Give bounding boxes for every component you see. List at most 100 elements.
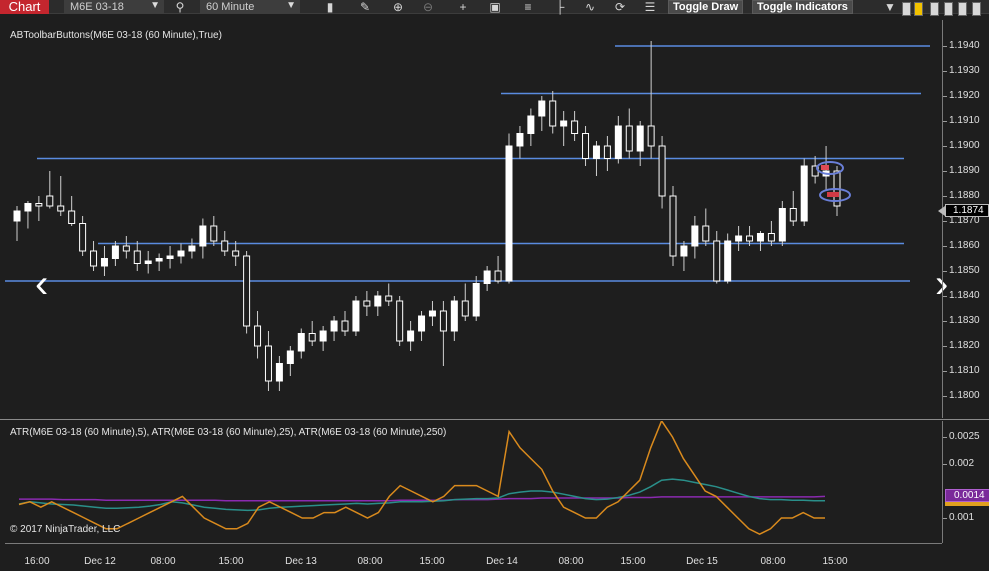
zoom-out-icon[interactable]: ⊖ <box>418 0 438 14</box>
candle <box>756 231 764 251</box>
price-tick <box>943 171 947 172</box>
price-tick <box>943 121 947 122</box>
price-panel-title: ABToolbarButtons(M6E 03-18 (60 Minute),T… <box>10 30 222 41</box>
candle <box>133 241 141 271</box>
candle <box>778 201 786 246</box>
toggle-indicators-button[interactable]: Toggle Indicators <box>752 0 853 14</box>
chevron-down-icon[interactable]: ▼ <box>880 0 900 14</box>
toggle-draw-button[interactable]: Toggle Draw <box>668 0 744 14</box>
atr5-badge <box>945 502 989 507</box>
time-axis-label: 15:00 <box>218 556 244 567</box>
candle <box>450 296 458 341</box>
candle <box>100 246 108 276</box>
candle <box>144 251 152 274</box>
candle <box>35 196 43 221</box>
candle <box>90 241 98 271</box>
candle <box>571 111 579 141</box>
indicators-icon[interactable]: ∿ <box>580 0 600 14</box>
price-tick <box>943 196 947 197</box>
time-axis-label: 08:00 <box>357 556 383 567</box>
candle <box>341 311 349 336</box>
candle <box>111 241 119 266</box>
candle <box>232 241 240 266</box>
candle <box>702 208 710 246</box>
price-axis-label: 1.1850 <box>949 265 980 276</box>
candle <box>505 133 513 284</box>
candle <box>264 331 272 391</box>
scroll-left-icon[interactable]: ‹ <box>35 264 48 304</box>
candle <box>680 241 688 271</box>
price-tick <box>943 371 947 372</box>
price-axis-label: 1.1890 <box>949 165 980 176</box>
price-tick <box>943 221 947 222</box>
candle <box>254 311 262 359</box>
price-tick <box>943 346 947 347</box>
time-axis-label: 15:00 <box>822 556 848 567</box>
candle <box>724 233 732 284</box>
chevron-down-icon: ▼ <box>150 0 160 11</box>
properties-icon[interactable]: ≡ <box>518 0 538 14</box>
time-axis[interactable]: 16:00 Dec 12 08:00 15:00 Dec 13 08:00 15:00 Dec… <box>5 543 942 571</box>
time-axis-label: 08:00 <box>150 556 176 567</box>
atr-panel[interactable]: ATR(M6E 03-18 (60 Minute),5), ATR(M6E 03… <box>5 419 942 543</box>
snapshot-icon[interactable]: ▣ <box>485 0 505 14</box>
candle <box>407 321 415 351</box>
pencil-icon[interactable]: ✎ <box>355 0 375 14</box>
price-tick <box>943 396 947 397</box>
time-axis-label: 15:00 <box>620 556 646 567</box>
candle <box>789 191 797 226</box>
candle <box>625 108 633 159</box>
price-axis-label: 1.1840 <box>949 290 980 301</box>
candle <box>308 321 316 346</box>
candle <box>647 41 655 159</box>
interval-value: 60 Minute <box>206 1 255 13</box>
candle <box>68 196 76 226</box>
time-axis-label: Dec 13 <box>285 556 317 567</box>
interval-selector[interactable]: 60 Minute ▼ <box>200 0 300 14</box>
atr-chart[interactable] <box>5 419 942 543</box>
data-box-icon[interactable]: ☰ <box>640 0 660 14</box>
price-panel[interactable]: ABToolbarButtons(M6E 03-18 (60 Minute),T… <box>5 20 948 418</box>
price-axis-label: 1.1810 <box>949 365 980 376</box>
candle <box>363 291 371 316</box>
maximize-icon[interactable] <box>944 2 953 16</box>
price-tick <box>943 246 947 247</box>
chevron-down-icon: ▼ <box>286 0 296 11</box>
restore-icon[interactable] <box>958 2 967 16</box>
price-chart[interactable] <box>5 20 942 418</box>
refresh-icon[interactable]: ⟳ <box>610 0 630 14</box>
price-tick <box>943 71 947 72</box>
search-icon[interactable]: ⚲ <box>170 0 190 14</box>
candle <box>592 141 600 176</box>
minimize-icon[interactable] <box>930 2 939 16</box>
atr-axis-label: 0.001 <box>949 512 975 523</box>
atr-axis[interactable]: 0.0025 0.002 0.001 0.0014 <box>942 421 989 543</box>
close-icon[interactable] <box>972 2 981 16</box>
candle <box>735 226 743 251</box>
atr-axis-label: 0.0025 <box>949 431 980 442</box>
zoom-in-icon[interactable]: ⊕ <box>388 0 408 14</box>
window-color-icon[interactable] <box>902 2 911 16</box>
panel-separator[interactable] <box>0 419 989 420</box>
candle <box>57 176 65 216</box>
link-color-icon[interactable] <box>914 2 923 16</box>
bar-type-icon[interactable]: ▮ <box>320 0 340 14</box>
strategies-icon[interactable]: ├ <box>550 0 570 14</box>
price-axis[interactable]: 1.1940 1.1930 1.1920 1.1910 1.1900 1.1890 1.18… <box>938 20 989 418</box>
copyright-text: © 2017 NinjaTrader, LLC <box>10 524 121 535</box>
price-tick <box>943 296 947 297</box>
chart-tab[interactable]: Chart <box>0 0 49 14</box>
toggle-draw-label: Toggle Draw <box>673 1 739 13</box>
toggle-indicators-label: Toggle Indicators <box>757 1 848 13</box>
candle <box>396 296 404 346</box>
candle <box>122 236 130 259</box>
atr-tick <box>943 518 947 519</box>
crosshair-icon[interactable]: + <box>453 0 473 14</box>
price-axis-label: 1.1830 <box>949 315 980 326</box>
candle <box>297 328 305 359</box>
instrument-selector[interactable]: M6E 03-18 ▼ <box>64 0 164 14</box>
candle <box>46 171 54 209</box>
price-tick <box>943 96 947 97</box>
candle <box>560 111 568 146</box>
candle <box>79 216 87 256</box>
